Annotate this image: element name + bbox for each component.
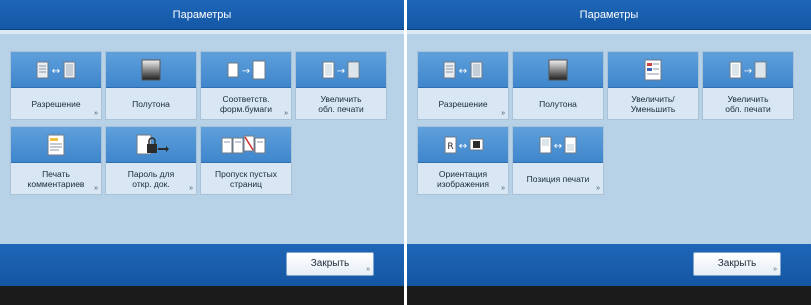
tile-label: Пароль для откр. док. [127, 169, 175, 189]
svg-text:→: → [242, 66, 250, 77]
close-button[interactable]: Закрыть » [286, 252, 374, 276]
tile-label: Печать комментариев [27, 169, 85, 189]
svg-text:↔: ↔ [554, 141, 562, 152]
close-button[interactable]: Закрыть » [693, 252, 781, 276]
more-indicator: » [596, 185, 600, 192]
tile-label: Ориентация изображения [436, 169, 490, 189]
options-area: ↔ Разрешение » Полутона → Соответств. фо… [0, 30, 404, 244]
bottom-bar [0, 286, 404, 305]
tile-label: Разрешение [31, 99, 81, 109]
tile-label: Увеличить обл. печати [318, 94, 364, 114]
svg-text:↔: ↔ [52, 66, 60, 77]
document-password-icon [106, 127, 196, 163]
panel-title: Параметры [407, 0, 811, 30]
options-panel-left: Параметры ↔ Разрешение » Полутона → Соот [0, 0, 404, 305]
tile-document-password[interactable]: Пароль для откр. док. » [105, 126, 197, 195]
tile-resolution[interactable]: ↔ Разрешение » [10, 51, 102, 120]
tile-label: Полутона [539, 99, 577, 109]
tile-label: Позиция печати [526, 174, 590, 184]
more-indicator: » [284, 110, 288, 117]
tile-enlarge-print-area[interactable]: → Увеличить обл. печати [295, 51, 387, 120]
options-area: ↔ Разрешение » Полутона Увеличить/ Умень… [407, 30, 811, 244]
svg-text:→: → [337, 66, 345, 77]
tile-label: Разрешение [438, 99, 488, 109]
bottom-bar [407, 286, 811, 305]
print-comments-icon [11, 127, 101, 163]
tile-print-position[interactable]: ↔ Позиция печати » [512, 126, 604, 195]
tile-skip-blank-pages[interactable]: Пропуск пустых страниц [200, 126, 292, 195]
svg-text:↔: ↔ [459, 141, 467, 152]
more-indicator: » [773, 266, 777, 273]
resolution-icon: ↔ [418, 52, 508, 88]
tile-resolution[interactable]: ↔ Разрешение » [417, 51, 509, 120]
halftone-icon [513, 52, 603, 88]
tile-label: Соответств. форм.бумаги [220, 94, 272, 114]
print-position-icon: ↔ [513, 127, 603, 163]
tile-enlarge-print-area[interactable]: → Увеличить обл. печати [702, 51, 794, 120]
more-indicator: » [94, 110, 98, 117]
options-panel-right: Параметры ↔ Разрешение » Полутона Увелич… [407, 0, 811, 305]
tile-label: Увеличить обл. печати [725, 94, 771, 114]
more-indicator: » [366, 266, 370, 273]
image-orientation-icon: R ↔ [418, 127, 508, 163]
panel-title: Параметры [0, 0, 404, 30]
tile-label: Полутона [132, 99, 170, 109]
tile-enlarge-reduce[interactable]: Увеличить/ Уменьшить [607, 51, 699, 120]
resolution-icon: ↔ [11, 52, 101, 88]
close-button-label: Закрыть [717, 258, 757, 269]
footer-bar: Закрыть » [407, 244, 811, 286]
more-indicator: » [94, 185, 98, 192]
tile-label: Пропуск пустых страниц [215, 169, 277, 189]
tile-halftone[interactable]: Полутона [512, 51, 604, 120]
more-indicator: » [501, 110, 505, 117]
halftone-icon [106, 52, 196, 88]
tile-halftone[interactable]: Полутона [105, 51, 197, 120]
match-paper-size-icon: → [201, 52, 291, 88]
footer-bar: Закрыть » [0, 244, 404, 286]
more-indicator: » [501, 185, 505, 192]
tile-match-paper-size[interactable]: → Соответств. форм.бумаги » [200, 51, 292, 120]
enlarge-print-area-icon: → [296, 52, 386, 88]
enlarge-print-area-icon: → [703, 52, 793, 88]
svg-text:→: → [744, 66, 752, 77]
tile-label: Увеличить/ Уменьшить [630, 94, 676, 114]
skip-blank-pages-icon [201, 127, 291, 163]
svg-text:R: R [447, 142, 453, 152]
tile-print-comments[interactable]: Печать комментариев » [10, 126, 102, 195]
more-indicator: » [189, 185, 193, 192]
svg-text:↔: ↔ [459, 66, 467, 77]
close-button-label: Закрыть [310, 258, 350, 269]
enlarge-reduce-icon [608, 52, 698, 88]
tile-image-orientation[interactable]: R ↔ Ориентация изображения » [417, 126, 509, 195]
